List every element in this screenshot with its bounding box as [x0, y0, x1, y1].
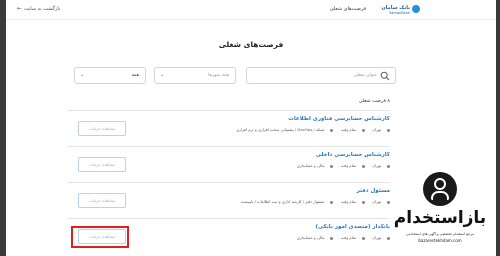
job-category: مسئول دفتر / کارمند اداری و ثبت اطلاعات … [240, 199, 325, 204]
job-type: تمام وقت [340, 127, 357, 132]
saman-bank-logo[interactable]: بانک سامان SamanBank [381, 4, 420, 16]
job-category: مالی و حسابداری [296, 235, 325, 240]
search-placeholder: عنوان شغلی [353, 73, 377, 78]
site-header: ← بازگشت به سایت فرصت‌های شغلی بانک ساما… [6, 0, 496, 20]
job-type: تمام وقت [340, 199, 357, 204]
view-details-button[interactable]: مشاهده جزئیات [78, 193, 126, 208]
back-to-site-label: بازگشت به سایت [24, 6, 61, 12]
watermark-subtitle: مرجع استخدام تخصصی و آگهی های استخدامی [405, 232, 475, 236]
job-title-link[interactable]: کارشناس حسابرسی داخلی [316, 152, 390, 158]
job-title-link[interactable]: کارشناس حسابرسی فناوری اطلاعات [288, 116, 390, 122]
job-city: تهران [372, 235, 381, 240]
job-city: تهران [372, 127, 381, 132]
category-value: همه [131, 73, 139, 78]
job-meta: تهران تمام وقت شبکه / DevOps / پشتیبانی … [230, 127, 390, 132]
job-category: شبکه / DevOps / پشتیبانی سخت افزاری و نر… [236, 127, 325, 132]
nav-tab-jobs[interactable]: فرصت‌های شغلی [330, 6, 366, 12]
job-meta: تهران تمام وقت مسئول دفتر / کارمند اداری… [235, 199, 390, 204]
job-title-link[interactable]: مسئول دفتر [357, 188, 390, 194]
job-count-label: ۸ فرصت شغلی [358, 99, 390, 104]
view-details-button[interactable]: مشاهده جزئیات [78, 157, 126, 172]
category-icon [330, 164, 334, 168]
city-placeholder: همه شهرها [208, 73, 229, 78]
job-type: تمام وقت [340, 163, 357, 168]
category-select[interactable]: همه ⌄ [74, 67, 146, 84]
watermark: بازاستخدام مرجع استخدام تخصصی و آگهی های… [392, 172, 488, 256]
location-icon [387, 164, 390, 168]
job-type: تمام وقت [340, 235, 357, 240]
page-title: فرصت‌های شغلی [218, 40, 284, 49]
city-select[interactable]: همه شهرها ⌄ [154, 67, 236, 84]
search-icon [380, 71, 390, 81]
category-icon [330, 200, 334, 204]
location-icon [387, 236, 390, 240]
job-list-item[interactable]: کارشناس حسابرسی فناوری اطلاعات تهران تما… [68, 110, 390, 146]
bank-logo-icon [412, 5, 420, 13]
job-city: تهران [372, 199, 381, 204]
logo-text-en: SamanBank [389, 11, 410, 15]
category-icon [330, 128, 334, 132]
location-icon [387, 200, 390, 204]
arrow-left-icon: ← [17, 5, 23, 12]
job-title-search-input[interactable]: عنوان شغلی [246, 67, 396, 84]
job-meta: تهران تمام وقت مالی و حسابداری [291, 235, 390, 240]
watermark-url: bazarestekhdam.com [418, 238, 462, 243]
red-highlight-box [71, 226, 129, 248]
clock-icon [362, 236, 366, 240]
location-icon [387, 128, 390, 132]
job-list-item[interactable]: کارشناس حسابرسی داخلی تهران تمام وقت مال… [68, 146, 390, 182]
chevron-down-icon: ⌄ [80, 72, 85, 78]
job-meta: تهران تمام وقت مالی و حسابداری [291, 163, 390, 168]
user-head-shape [434, 178, 446, 190]
clock-icon [362, 128, 366, 132]
job-title-link[interactable]: بانکدار (متصدی امور بانکی) [315, 224, 390, 230]
view-details-button[interactable]: مشاهده جزئیات [78, 121, 126, 136]
back-to-site-link[interactable]: ← بازگشت به سایت [17, 5, 61, 12]
job-category: مالی و حسابداری [296, 163, 325, 168]
job-city: تهران [372, 163, 381, 168]
watermark-text: بازاستخدام [393, 208, 487, 228]
job-list-item[interactable]: مسئول دفتر تهران تمام وقت مسئول دفتر / ک… [68, 182, 390, 218]
clock-icon [362, 200, 366, 204]
browser-page: ← بازگشت به سایت فرصت‌های شغلی بانک ساما… [6, 0, 496, 256]
clock-icon [362, 164, 366, 168]
chevron-down-icon: ⌄ [160, 72, 165, 78]
user-body-shape [431, 191, 449, 200]
user-silhouette-icon [423, 172, 457, 206]
category-icon [330, 236, 334, 240]
